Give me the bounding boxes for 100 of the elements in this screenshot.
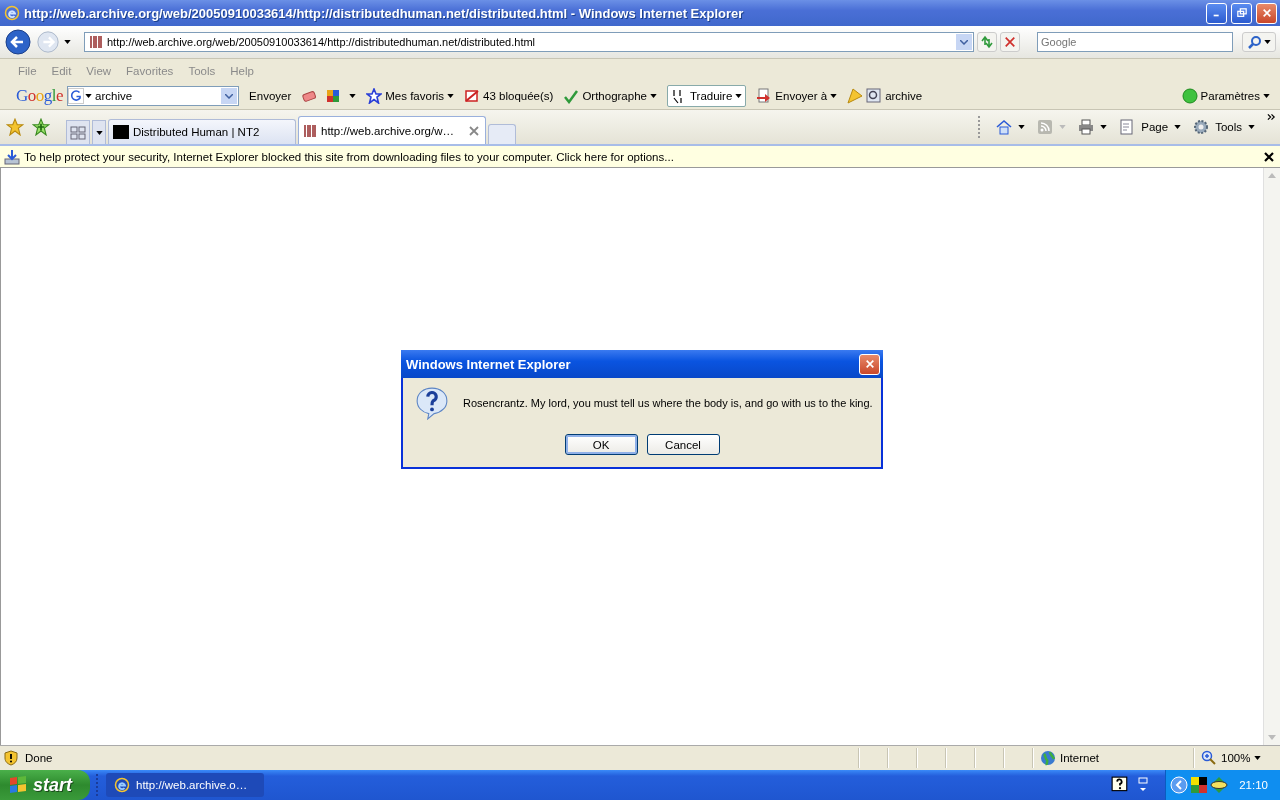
color-squares-icon[interactable] [1191,777,1208,793]
back-button[interactable] [4,28,31,56]
star-icon [366,88,383,104]
blocked-popup-icon [464,88,481,104]
help-icon[interactable] [1111,776,1130,794]
blocked-button[interactable]: 43 bloquée(s) [464,88,554,104]
gear-icon [1193,119,1210,135]
address-field[interactable]: http://web.archive.org/web/20050910033614/http://distributedhuman.net/distributed.html [84,32,974,52]
start-button[interactable]: start [0,770,90,800]
windows-flag-icon [8,775,28,795]
caret-icon[interactable] [85,94,93,98]
refresh-arrows-icon [980,35,994,49]
caret-icon [735,94,743,98]
stop-button[interactable] [1000,32,1020,52]
caret-icon [1263,94,1270,98]
close-icon[interactable] [1264,151,1274,162]
tab-title: http://web.archive.org/w… [321,124,455,137]
star-button[interactable]: Mes favoris [366,88,455,104]
dropdown-button[interactable] [956,34,972,50]
download-icon [4,148,20,165]
feed-icon [1037,119,1054,135]
clock: 21:10 [1239,779,1268,791]
caret-icon [649,94,657,98]
more-chevron-icon[interactable] [1267,113,1276,121]
status-dot-icon [1181,88,1198,104]
caret-icon[interactable] [64,40,71,44]
browser-logo-icon [114,777,130,793]
favorites-star-icon[interactable] [6,118,24,136]
house-icon [996,119,1013,135]
caret-icon [1018,125,1026,129]
search-button[interactable]: archive [847,88,923,104]
site-logo-icon [113,125,129,139]
browser-tab[interactable]: http://web.archive.org/w… [298,116,486,144]
checkmark-icon [563,88,580,104]
caret-icon[interactable] [349,94,357,98]
spell-button[interactable]: Orthographe [563,88,657,104]
globe-icon [1040,750,1056,766]
google-logo: Google [16,86,64,106]
add-favorite-icon[interactable] [32,118,50,136]
dialog-action-button[interactable]: Cancel [646,434,720,455]
translate-button[interactable]: Traduire [666,85,747,107]
puzzle-icon[interactable] [325,88,342,104]
cross-icon [1004,36,1016,48]
google-search-field[interactable]: archive [67,86,240,106]
browser-logo-icon [4,5,20,21]
magnifier-icon [866,88,883,104]
close-icon [864,359,875,369]
caret-icon [95,130,103,135]
info-bar[interactable]: To help protect your security, Internet Explorer blocked this site from downloading files to your computer. Click here for options... [0,146,1280,168]
refresh-button[interactable] [977,32,997,52]
caret-icon [1263,40,1271,44]
chevron-down-icon [960,39,968,45]
printer-icon [1078,119,1095,135]
warning-shield-icon [3,750,19,766]
close-button[interactable] [1256,2,1277,24]
info-bar-message: To help protect your security, Internet Explorer blocked this site from downloading files to your computer. Click here for options... [24,150,675,163]
search-button[interactable] [1242,32,1276,52]
restore-button[interactable] [1231,2,1252,24]
home-button[interactable] [996,119,1026,135]
dialog-title: Windows Internet Explorer [406,356,572,372]
document-icon [1119,119,1136,135]
close-button[interactable] [859,353,880,375]
window-title: http://web.archive.org/web/20050910033614/http://distributedhuman.net/distributed.html - Windows Internet Explorer [24,5,745,21]
restore-icon [1236,8,1247,18]
search-field[interactable]: Google [1037,32,1233,52]
chevron-down-icon [225,93,234,99]
caret-icon [1174,125,1182,129]
search-icon [1247,35,1262,49]
default-action-button[interactable]: OK [564,434,638,455]
page-menu-button[interactable]: Page [1119,119,1182,135]
status-text: Done [25,752,53,764]
send-button[interactable]: Envoyer [249,90,292,102]
send-button[interactable]: Envoyer à [756,88,838,104]
question-bubble-icon [415,386,449,420]
caret-icon [1248,125,1255,129]
dialog-message: Rosencrantz. My lord, you must tell us where the body is, and go with us to the king. [463,397,873,409]
tab-list-button[interactable] [92,120,106,144]
minimize-button[interactable] [1206,2,1227,24]
tray-app-icon[interactable] [1210,776,1229,794]
caret-icon [1254,756,1262,760]
zoom-in-icon [1201,750,1217,766]
print-button[interactable] [1078,119,1108,135]
close-icon [1261,8,1272,18]
tab-title: Distributed Human | NT2 [133,126,261,138]
zoom-button[interactable]: 100% [1194,748,1274,768]
close-tab-icon[interactable] [469,125,479,136]
caret-icon [1059,125,1067,129]
settings-button[interactable]: Paramètres [1181,88,1270,104]
caret-icon [447,94,455,98]
g-logo-icon[interactable] [68,88,85,104]
caret-icon [830,94,838,98]
grid-icon [70,124,86,141]
dropdown-button[interactable] [221,88,238,104]
browser-tab[interactable]: Distributed Human | NT2 [108,119,296,144]
security-zone[interactable]: Internet [1033,748,1190,768]
caret-icon [1100,125,1108,129]
barcode-favicon-icon [89,35,103,49]
tools-menu-button[interactable]: Tools [1193,119,1255,135]
taskbar-window-button[interactable]: http://web.archive.o… [106,773,264,797]
barcode-favicon-icon [303,123,317,138]
